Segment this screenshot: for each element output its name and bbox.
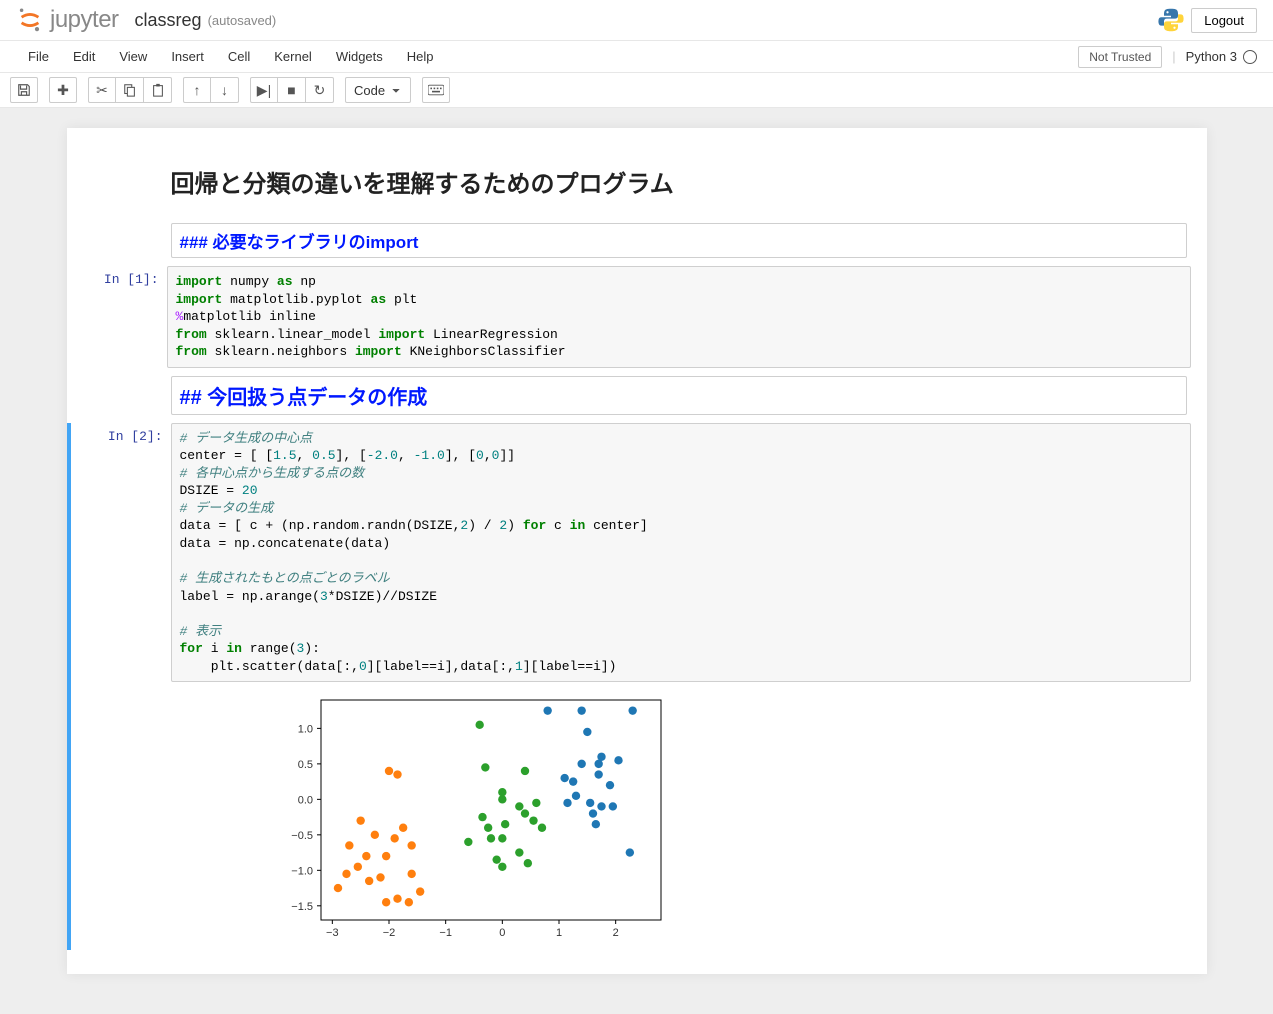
cut-button[interactable]: ✂	[88, 77, 116, 103]
svg-text:0.0: 0.0	[297, 795, 312, 807]
menu-help[interactable]: Help	[395, 43, 446, 70]
scissors-icon: ✂	[96, 82, 108, 99]
paste-button[interactable]	[144, 77, 172, 103]
svg-text:1: 1	[555, 927, 561, 939]
svg-text:0: 0	[499, 927, 505, 939]
svg-text:1.0: 1.0	[297, 724, 312, 736]
scatter-plot: −3 −2 −1 0 1 2 −1.5 −1.0 −0.5 0.0 0.5 1.0	[271, 690, 671, 950]
menubar: File Edit View Insert Cell Kernel Widget…	[0, 41, 1273, 73]
restart-icon: ↻	[314, 82, 326, 99]
stop-icon: ■	[287, 82, 295, 98]
logout-button[interactable]: Logout	[1191, 8, 1257, 33]
markdown-cell[interactable]: ## 今回扱う点データの作成	[67, 372, 1207, 419]
paste-icon	[151, 83, 165, 97]
svg-text:−1.5: −1.5	[291, 901, 313, 913]
kernel-indicator[interactable]: Python 3	[1186, 49, 1257, 64]
keyboard-icon	[428, 84, 444, 96]
svg-text:−2: −2	[382, 927, 395, 939]
page-title: 回帰と分類の違いを理解するためのプログラム	[171, 164, 1187, 199]
move-down-button[interactable]: ↓	[211, 77, 239, 103]
menu-cell[interactable]: Cell	[216, 43, 262, 70]
save-button[interactable]	[10, 77, 38, 103]
jupyter-icon	[16, 6, 44, 34]
trust-indicator[interactable]: Not Trusted	[1078, 46, 1162, 68]
svg-text:0.5: 0.5	[297, 759, 312, 771]
run-icon: ▶|	[257, 82, 271, 99]
plus-icon: ✚	[57, 82, 69, 99]
input-prompt: In [2]:	[71, 423, 171, 951]
prompt-empty	[67, 372, 167, 419]
menu-kernel[interactable]: Kernel	[262, 43, 324, 70]
prompt-empty	[67, 219, 167, 262]
code-cell-selected[interactable]: In [2]: # データ生成の中心点 center = [ [1.5, 0.5…	[67, 423, 1207, 951]
code-input[interactable]: # データ生成の中心点 center = [ [1.5, 0.5], [-2.0…	[171, 423, 1191, 683]
jupyter-logo-text: jupyter	[50, 6, 119, 34]
input-prompt: In [1]:	[67, 266, 167, 368]
section-heading: ### 必要なライブラリのimport	[171, 223, 1187, 258]
code-input[interactable]: import numpy as np import matplotlib.pyp…	[167, 266, 1191, 368]
svg-text:2: 2	[612, 927, 618, 939]
menu-file[interactable]: File	[16, 43, 61, 70]
prompt-empty	[67, 152, 167, 215]
notebook-container: 回帰と分類の違いを理解するためのプログラム ### 必要なライブラリのimpor…	[67, 128, 1207, 974]
add-cell-button[interactable]: ✚	[49, 77, 77, 103]
menu-view[interactable]: View	[107, 43, 159, 70]
python-icon	[1157, 6, 1185, 34]
save-icon	[17, 83, 31, 97]
jupyter-logo[interactable]: jupyter	[16, 6, 119, 34]
cell-type-select[interactable]: Code	[345, 77, 411, 103]
copy-button[interactable]	[116, 77, 144, 103]
command-palette-button[interactable]	[422, 77, 450, 103]
menu-insert[interactable]: Insert	[159, 43, 216, 70]
output-area: −3 −2 −1 0 1 2 −1.5 −1.0 −0.5 0.0 0.5 1.0	[271, 690, 1191, 950]
copy-icon	[123, 83, 137, 97]
code-cell[interactable]: In [1]: import numpy as np import matplo…	[67, 266, 1207, 368]
markdown-cell[interactable]: 回帰と分類の違いを理解するためのプログラム	[67, 152, 1207, 215]
restart-button[interactable]: ↻	[306, 77, 334, 103]
run-button[interactable]: ▶|	[250, 77, 278, 103]
svg-text:−1: −1	[439, 927, 452, 939]
move-up-button[interactable]: ↑	[183, 77, 211, 103]
menu-widgets[interactable]: Widgets	[324, 43, 395, 70]
arrow-up-icon: ↑	[194, 82, 201, 98]
svg-text:−1.0: −1.0	[291, 866, 313, 878]
kernel-name: Python 3	[1186, 49, 1237, 64]
autosave-status: (autosaved)	[208, 13, 277, 28]
notebook-header: jupyter classreg (autosaved) Logout	[0, 0, 1273, 41]
section-heading: ## 今回扱う点データの作成	[171, 376, 1187, 415]
kernel-status-icon	[1243, 50, 1257, 64]
arrow-down-icon: ↓	[221, 82, 228, 98]
interrupt-button[interactable]: ■	[278, 77, 306, 103]
toolbar: ✚ ✂ ↑ ↓ ▶| ■ ↻ Code	[0, 73, 1273, 108]
notebook-body: 回帰と分類の違いを理解するためのプログラム ### 必要なライブラリのimpor…	[0, 108, 1273, 1014]
svg-text:−3: −3	[326, 927, 339, 939]
notebook-name[interactable]: classreg	[135, 10, 202, 31]
markdown-cell[interactable]: ### 必要なライブラリのimport	[67, 219, 1207, 262]
menu-edit[interactable]: Edit	[61, 43, 107, 70]
svg-text:−0.5: −0.5	[291, 830, 313, 842]
